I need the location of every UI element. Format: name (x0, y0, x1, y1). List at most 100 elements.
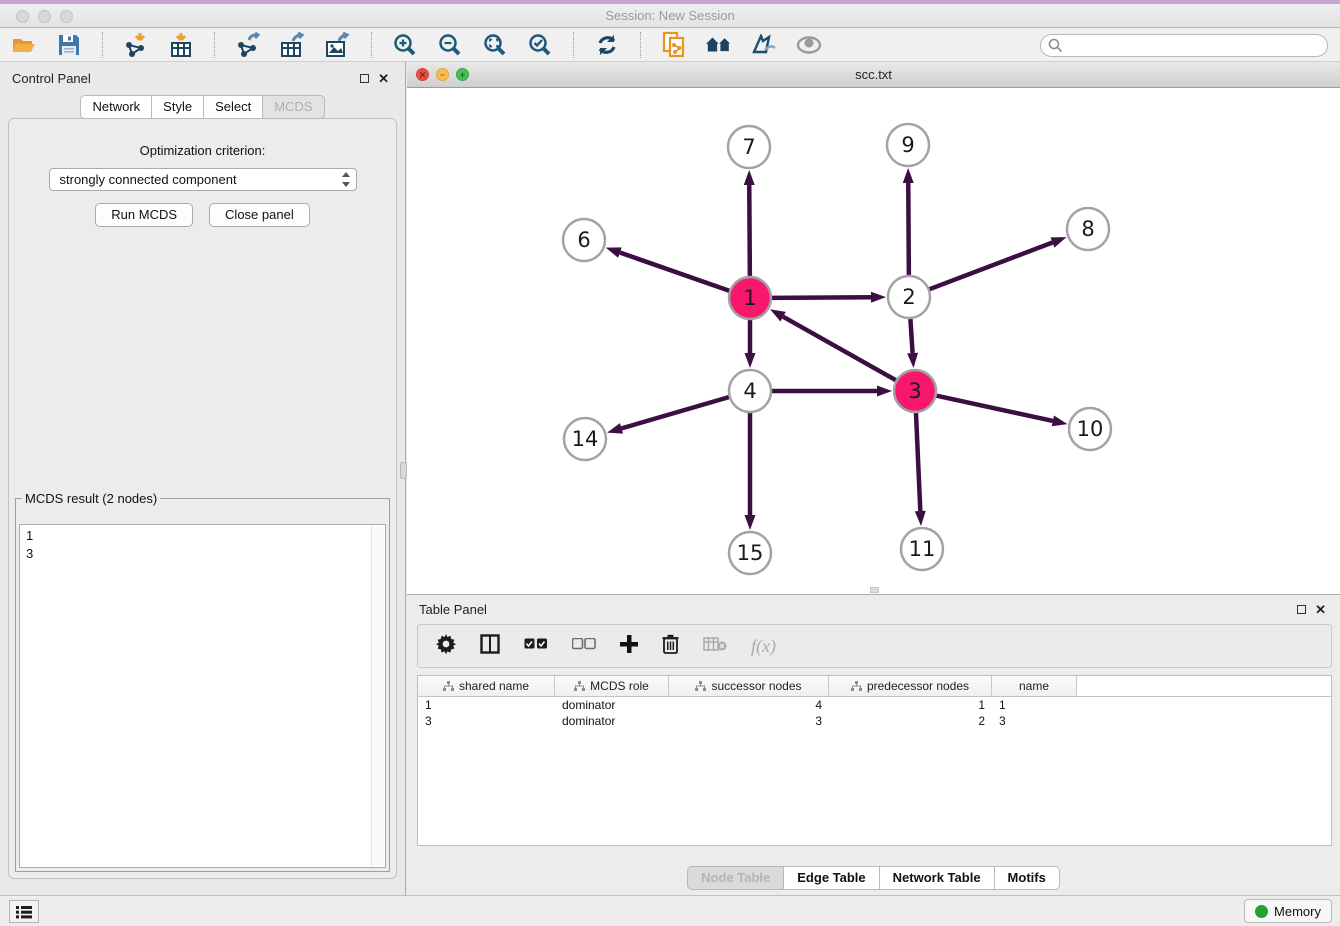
graph-edge-4-14[interactable] (621, 397, 728, 428)
memory-status-icon (1255, 905, 1268, 918)
network-window-titlebar[interactable]: ✕ − + scc.txt (407, 62, 1340, 88)
mcds-panel: Optimization criterion: strongly connect… (8, 118, 397, 879)
graph-edge-3-11[interactable] (916, 413, 920, 511)
open-icon[interactable] (10, 31, 38, 59)
control-panel-tabs: Network Style Select MCDS (0, 95, 405, 119)
graph-edge-3-10[interactable] (936, 396, 1052, 421)
result-scrollbar[interactable] (371, 526, 384, 866)
add-column-icon[interactable] (620, 635, 638, 658)
window-title: Session: New Session (0, 8, 1340, 23)
column-header-predecessor-nodes[interactable]: predecessor nodes (829, 676, 992, 696)
table-panel: Table Panel ✕ (407, 594, 1340, 895)
graph-edge-arrowhead (903, 168, 914, 183)
graph-edge-arrowhead (907, 353, 918, 368)
graph-edge-arrowhead (744, 170, 755, 185)
toolbar-separator (102, 32, 103, 58)
graph-edge-arrowhead (745, 515, 756, 530)
graph-edge-1-6[interactable] (620, 253, 729, 291)
node-table: shared name MCDS role successor nodes pr… (417, 675, 1332, 846)
zoom-in-icon[interactable] (391, 31, 419, 59)
graph-node-label: 10 (1077, 417, 1104, 441)
select-stepper-icon (341, 171, 351, 188)
table-tabs: Node Table Edge Table Network Table Moti… (407, 866, 1340, 890)
graph-edge-2-9[interactable] (908, 183, 909, 275)
graph-node-label: 9 (901, 133, 914, 157)
zoom-fit-icon[interactable] (481, 31, 509, 59)
graph-node-label: 7 (742, 135, 755, 159)
run-mcds-button[interactable]: Run MCDS (95, 203, 193, 227)
table-row[interactable]: 3 dominator 3 2 3 (418, 713, 1331, 729)
column-header-successor-nodes[interactable]: successor nodes (669, 676, 829, 696)
status-bar: Memory (0, 895, 1340, 926)
graph-edge-1-2[interactable] (772, 297, 871, 298)
graph-edge-2-8[interactable] (930, 242, 1053, 289)
panel-divider-grip[interactable] (400, 462, 407, 479)
float-panel-icon[interactable] (360, 74, 369, 83)
table-header-row: shared name MCDS role successor nodes pr… (418, 676, 1331, 697)
close-table-panel-icon[interactable]: ✕ (1315, 602, 1326, 618)
mcds-result-text[interactable]: 1 3 (19, 524, 386, 868)
graph-node-label: 1 (743, 286, 756, 310)
column-header-shared-name[interactable]: shared name (418, 676, 555, 696)
column-header-name[interactable]: name (992, 676, 1077, 696)
network-canvas[interactable]: 7968124314101511 (407, 88, 1340, 594)
graph-edge-arrowhead (606, 247, 622, 257)
graph-edge-arrowhead (770, 309, 786, 321)
tab-style[interactable]: Style (152, 95, 204, 119)
tab-network-table[interactable]: Network Table (880, 866, 995, 890)
zoom-out-icon[interactable] (436, 31, 464, 59)
home-icon[interactable] (705, 31, 733, 59)
save-icon[interactable] (55, 31, 83, 59)
columns-icon[interactable] (480, 634, 500, 659)
network-window: ✕ − + scc.txt 7968124314101511 (407, 62, 1340, 594)
optimization-label: Optimization criterion: (9, 143, 396, 158)
tab-motifs[interactable]: Motifs (995, 866, 1060, 890)
graph-node-label: 8 (1081, 217, 1094, 241)
gear-icon[interactable] (436, 634, 456, 659)
delete-icon[interactable] (662, 634, 679, 659)
select-all-icon[interactable] (524, 637, 548, 655)
zoom-selected-icon[interactable] (526, 31, 554, 59)
graph-node-label: 4 (743, 379, 756, 403)
main-toolbar (0, 29, 1340, 62)
graph-edge-3-1[interactable] (783, 317, 896, 381)
mcds-result-group: MCDS result (2 nodes) 1 3 (15, 491, 390, 872)
copy-network-icon[interactable] (660, 31, 688, 59)
result-line: 3 (26, 545, 379, 563)
tab-node-table[interactable]: Node Table (687, 866, 784, 890)
graph-edge-1-7[interactable] (749, 185, 750, 276)
graph-edge-arrowhead (1051, 237, 1067, 247)
canvas-resize-grip[interactable] (870, 587, 879, 593)
import-network-icon[interactable] (122, 31, 150, 59)
graph-edge-arrowhead (745, 353, 756, 368)
export-network-icon[interactable] (234, 31, 262, 59)
refresh-icon[interactable] (593, 31, 621, 59)
export-table-icon[interactable] (279, 31, 307, 59)
close-panel-button[interactable]: Close panel (209, 203, 310, 227)
toolbar-separator (640, 32, 641, 58)
tab-mcds[interactable]: MCDS (263, 95, 324, 119)
deselect-all-icon[interactable] (572, 637, 596, 655)
graph-node-label: 2 (902, 285, 915, 309)
hide-graphics-icon[interactable] (750, 31, 778, 59)
result-line: 1 (26, 527, 379, 545)
tab-edge-table[interactable]: Edge Table (784, 866, 879, 890)
graph-edge-2-3[interactable] (910, 319, 912, 353)
graph-node-label: 14 (572, 427, 599, 451)
graph-edge-arrowhead (877, 386, 892, 397)
titlebar: Session: New Session (0, 4, 1340, 28)
import-table-icon[interactable] (167, 31, 195, 59)
memory-button[interactable]: Memory (1244, 899, 1332, 923)
table-row[interactable]: 1 dominator 4 1 1 (418, 697, 1331, 713)
task-history-button[interactable] (9, 900, 39, 923)
tab-select[interactable]: Select (204, 95, 263, 119)
tab-network[interactable]: Network (80, 95, 152, 119)
float-table-panel-icon[interactable] (1297, 605, 1306, 614)
search-input[interactable] (1040, 34, 1328, 57)
graph-edge-arrowhead (871, 292, 886, 303)
close-panel-icon[interactable]: ✕ (378, 71, 389, 87)
criterion-select[interactable]: strongly connected component (49, 168, 357, 191)
network-graph[interactable]: 7968124314101511 (407, 88, 1340, 594)
column-header-mcds-role[interactable]: MCDS role (555, 676, 669, 696)
export-image-icon[interactable] (324, 31, 352, 59)
